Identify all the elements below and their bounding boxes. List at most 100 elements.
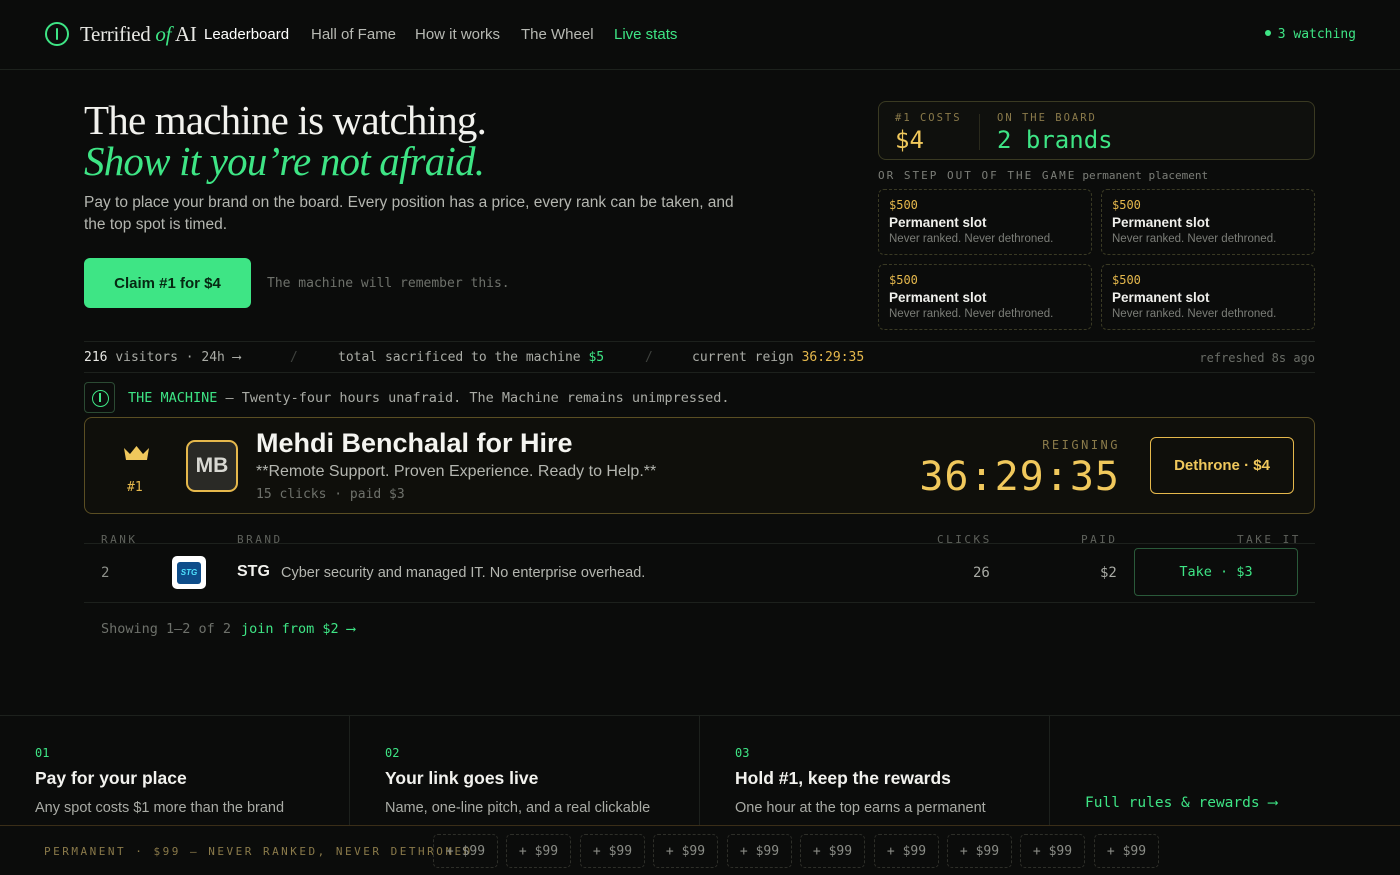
slot-title: Permanent slot <box>1112 290 1210 305</box>
nav-how-it-works[interactable]: How it works <box>415 26 500 43</box>
slot-price: $500 <box>889 198 918 212</box>
row-rank: 2 <box>101 565 110 581</box>
header-clicks: CLICKS <box>937 533 992 546</box>
brand-logo-mark: STG <box>177 561 201 584</box>
step-card: 03 Hold #1, keep the rewards One hour at… <box>700 716 1050 826</box>
header-paid: PAID <box>1081 533 1118 546</box>
dethrone-button[interactable]: Dethrone · $4 <box>1150 437 1294 494</box>
nav-hall-of-fame[interactable]: Hall of Fame <box>311 26 396 43</box>
add-permanent-chip[interactable]: + $99 <box>1020 834 1085 868</box>
take-button[interactable]: Take · $3 <box>1134 548 1298 596</box>
board-value: 2 brands <box>997 126 1113 154</box>
reign-meta: 15 clicks · paid $3 <box>256 487 405 502</box>
row-brand-description: Cyber security and managed IT. No enterp… <box>281 565 646 581</box>
top-nav: Terrified of AI Leaderboard Hall of Fame… <box>0 0 1400 70</box>
header-rank: RANK <box>101 533 138 546</box>
visitors-count: 216 <box>84 350 108 365</box>
power-logo-icon[interactable] <box>45 22 69 46</box>
brand-logo: STG <box>172 556 206 589</box>
full-rules-link[interactable]: Full rules & rewards ⟶ <box>1085 795 1277 811</box>
step-title: Your link goes live <box>385 768 539 788</box>
slot-description: Never ranked. Never dethroned. <box>889 233 1054 245</box>
slot-title: Permanent slot <box>889 290 987 305</box>
permanent-slot[interactable]: $500 Permanent slot Never ranked. Never … <box>878 264 1092 330</box>
pagination-info: Showing 1–2 of 2 join from $2 ⟶ <box>101 621 355 637</box>
step-description: One hour at the top earns a permanent pl… <box>735 800 986 826</box>
add-permanent-chip[interactable]: + $99 <box>800 834 865 868</box>
permanent-slot[interactable]: $500 Permanent slot Never ranked. Never … <box>878 189 1092 255</box>
slot-description: Never ranked. Never dethroned. <box>889 308 1054 320</box>
sacrificed-value: $5 <box>588 350 605 365</box>
logo-word-terrified: Terrified <box>80 22 151 46</box>
sacrificed-label: total sacrificed to the machine <box>338 350 581 365</box>
nav-leaderboard[interactable]: Leaderboard <box>204 26 289 43</box>
reign-value: 36:29:35 <box>801 350 865 365</box>
slot-title: Permanent slot <box>1112 215 1210 230</box>
cost-value: $4 <box>895 126 924 154</box>
slot-price: $500 <box>1112 198 1141 212</box>
watching-count: 3 watching <box>1277 27 1356 42</box>
live-dot-icon <box>1264 29 1271 36</box>
cost-summary-card: #1 COSTS $4 ON THE BOARD 2 brands <box>878 101 1315 160</box>
board-label: ON THE BOARD <box>997 112 1097 124</box>
slot-description: Never ranked. Never dethroned. <box>1112 233 1277 245</box>
reign-brand-name[interactable]: Mehdi Benchalal for Hire <box>256 428 573 459</box>
step-description: Name, one-line pitch, and a real clickab… <box>385 800 651 826</box>
sacrificed-stat: total sacrificed to the machine $5 <box>338 350 604 365</box>
reign-timer: 36:29:35 <box>919 454 1120 500</box>
step-number: 02 <box>385 746 400 760</box>
slot-description: Never ranked. Never dethroned. <box>1112 308 1277 320</box>
row-brand-name[interactable]: STG <box>237 563 270 581</box>
slot-price: $500 <box>889 273 918 287</box>
step-title: Pay for your place <box>35 768 187 788</box>
reigning-label: REIGNING <box>1042 438 1120 452</box>
join-link[interactable]: join from $2 ⟶ <box>241 621 355 637</box>
step-description: Any spot costs $1 more than the brand si… <box>35 800 285 826</box>
add-permanent-chip[interactable]: + $99 <box>433 834 498 868</box>
slot-title: Permanent slot <box>889 215 987 230</box>
reign-stat: current reign 36:29:35 <box>692 350 864 365</box>
permanent-heading-caps: OR STEP OUT OF THE GAME <box>878 169 1077 182</box>
hero-description: Pay to place your brand on the board. Ev… <box>84 194 734 233</box>
nav-live-stats[interactable]: Live stats <box>614 26 677 43</box>
refreshed-status: refreshed 8s ago <box>1199 351 1315 365</box>
header-take: TAKE IT <box>1237 533 1301 546</box>
step-card: 02 Your link goes live Name, one-line pi… <box>350 716 700 826</box>
step-card: 01 Pay for your place Any spot costs $1 … <box>0 716 350 826</box>
showing-count: Showing 1–2 of 2 <box>101 621 232 637</box>
nav-the-wheel[interactable]: The Wheel <box>521 26 594 43</box>
separator: / <box>645 350 653 365</box>
divider <box>84 602 1315 603</box>
add-permanent-chip[interactable]: + $99 <box>653 834 718 868</box>
add-permanent-chip[interactable]: + $99 <box>727 834 792 868</box>
site-logo[interactable]: Terrified of AI <box>80 22 197 47</box>
machine-name: THE MACHINE <box>128 390 218 406</box>
add-permanent-chip[interactable]: + $99 <box>947 834 1012 868</box>
visitors-label: visitors · 24h ⟶ <box>115 350 241 365</box>
permanent-slot[interactable]: $500 Permanent slot Never ranked. Never … <box>1101 264 1315 330</box>
cost-label: #1 COSTS <box>895 112 962 124</box>
add-permanent-chip[interactable]: + $99 <box>506 834 571 868</box>
machine-text: — Twenty-four hours unafraid. The Machin… <box>225 390 730 406</box>
cta-note: The machine will remember this. <box>267 276 510 291</box>
slot-price: $500 <box>1112 273 1141 287</box>
claim-first-button[interactable]: Claim #1 for $4 <box>84 258 251 308</box>
divider <box>84 543 1315 544</box>
permanent-heading-note: permanent placement <box>1082 169 1209 182</box>
permanent-slot[interactable]: $500 Permanent slot Never ranked. Never … <box>1101 189 1315 255</box>
add-permanent-chip[interactable]: + $99 <box>874 834 939 868</box>
reigning-brand-card: #1 MB Mehdi Benchalal for Hire **Remote … <box>84 417 1315 514</box>
hero-title: The machine is watching. <box>84 97 487 143</box>
reign-pitch: **Remote Support. Proven Experience. Rea… <box>256 463 657 480</box>
step-title: Hold #1, keep the rewards <box>735 768 951 788</box>
add-permanent-chip[interactable]: + $99 <box>1094 834 1159 868</box>
watching-indicator: 3 watching <box>1264 27 1356 42</box>
add-permanent-chip[interactable]: + $99 <box>580 834 645 868</box>
hero-subtitle: Show it you’re not afraid. <box>84 138 485 184</box>
machine-message: THE MACHINE — Twenty-four hours unafraid… <box>128 390 729 406</box>
header-brand: BRAND <box>237 533 283 546</box>
strip-label: PERMANENT · $99 — NEVER RANKED, NEVER DE… <box>44 845 473 858</box>
reign-rank: #1 <box>127 480 143 495</box>
visitors-stat[interactable]: 216 visitors · 24h ⟶ <box>84 350 241 365</box>
power-icon <box>84 382 115 413</box>
